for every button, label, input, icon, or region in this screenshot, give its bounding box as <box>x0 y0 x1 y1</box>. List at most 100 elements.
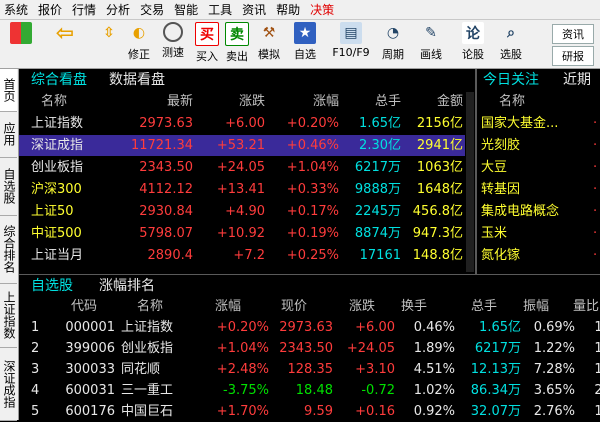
overview-header-pct[interactable]: 涨幅 <box>269 91 339 112</box>
stock-cell-vol: 86.34万 <box>470 383 521 398</box>
tab-data-overview[interactable]: 数据看盘 <box>109 69 165 89</box>
left-tab-5[interactable]: 深证成指 <box>0 347 17 421</box>
menu-item-3[interactable]: 分析 <box>102 1 136 18</box>
stock-cell-pct: +2.48% <box>216 362 269 377</box>
star-icon: ★ <box>294 22 316 44</box>
overview-row[interactable]: 沪深300 4112.12 +13.41 +0.33% 9888万 1648亿 <box>19 179 465 200</box>
overview-cell-amt: 148.8亿 <box>412 248 463 263</box>
stock-header-pct[interactable]: 涨幅 <box>215 296 241 317</box>
stock-cell-amp: 1.22% <box>533 341 575 356</box>
research-button[interactable]: 研报 <box>552 46 594 66</box>
concept-item[interactable]: 大豆 · <box>477 157 600 178</box>
panel-divider[interactable] <box>475 69 477 274</box>
stock-header-code[interactable]: 代码 <box>71 296 97 317</box>
toolbar-button-12[interactable]: 论论股 <box>456 22 490 66</box>
overview-scrollbar[interactable] <box>466 92 474 272</box>
menu-item-6[interactable]: 工具 <box>204 1 238 18</box>
overview-header-vol[interactable]: 总手 <box>341 91 401 112</box>
toolbar-label-9: F10/F9 <box>332 46 370 59</box>
stock-header-name[interactable]: 名称 <box>137 296 163 317</box>
toolbar-label-11: 画线 <box>420 48 442 61</box>
stock-row[interactable]: 5 600176 中国巨石 +1.70% 9.59 +0.16 0.92% 32.07万 2.7… <box>19 401 600 422</box>
concept-item[interactable]: 集成电路概念 · <box>477 201 600 222</box>
stock-header-price[interactable]: 现价 <box>281 296 307 317</box>
concept-item-marker: · <box>593 160 598 175</box>
menu-item-1[interactable]: 报价 <box>34 1 68 18</box>
stock-cell-turnover: 0.46% <box>413 320 455 335</box>
stock-cell-vol: 6217万 <box>474 341 521 356</box>
concept-item[interactable]: 玉米 · <box>477 223 600 244</box>
stock-row[interactable]: 3 300033 同花顺 +2.48% 128.35 +3.10 4.51% 12.13万 7.… <box>19 359 600 380</box>
stock-row[interactable]: 4 600031 三一重工 -3.75% 18.48 -0.72 1.02% 86.34万 3.… <box>19 380 600 401</box>
stock-cell-amp: 3.65% <box>533 383 575 398</box>
menu-item-7[interactable]: 资讯 <box>238 1 272 18</box>
overview-row[interactable]: 中证500 5798.07 +10.92 +0.19% 8874万 947.3亿 <box>19 223 465 244</box>
cycle-icon: ◔ <box>386 25 400 41</box>
overview-header-change[interactable]: 涨跌 <box>195 91 265 112</box>
stock-cell-name: 中国巨石 <box>121 404 174 419</box>
overview-cell-pct: +0.25% <box>286 248 339 263</box>
toolbar-button-1[interactable]: ⇦ <box>48 21 82 66</box>
toolbar-button-10[interactable]: ◔ 周期 <box>376 22 410 66</box>
tab-today-focus[interactable]: 今日关注 <box>483 69 539 89</box>
menu-item-5[interactable]: 智能 <box>170 1 204 18</box>
toolbar-button-6[interactable]: 卖卖出 <box>220 22 254 66</box>
left-tab-2[interactable]: 自选股 <box>0 157 17 216</box>
tab-watchlist[interactable]: 自选股 <box>31 275 73 295</box>
left-tab-1[interactable]: 应用 <box>0 111 17 158</box>
overview-cell-pct: +0.20% <box>286 116 339 131</box>
concept-item-name: 转基因 <box>481 182 521 197</box>
left-tab-3[interactable]: 综合排名 <box>0 215 17 284</box>
stock-cell-code: 300033 <box>65 362 115 377</box>
toolbar-button-5[interactable]: 买买入 <box>190 22 224 66</box>
stock-header-amp[interactable]: 振幅 <box>523 296 549 317</box>
stock-index: 4 <box>31 383 40 398</box>
overview-header-last[interactable]: 最新 <box>109 91 193 112</box>
overview-row[interactable]: 上证50 2930.84 +4.90 +0.17% 2245万 456.8亿 <box>19 201 465 222</box>
stock-cell-code: 600031 <box>65 383 115 398</box>
toolbar-button-9[interactable]: ▤ F10/F9 <box>328 22 374 66</box>
tab-overview[interactable]: 综合看盘 <box>31 69 87 89</box>
concept-item[interactable]: 国家大基金... · <box>477 113 600 134</box>
stock-header-vol[interactable]: 总手 <box>471 296 497 317</box>
menu-item-8[interactable]: 帮助 <box>272 1 306 18</box>
concept-item[interactable]: 转基因 · <box>477 179 600 200</box>
overview-cell-change: +6.00 <box>225 116 265 131</box>
buy-icon: 买 <box>195 22 219 46</box>
overview-row[interactable]: 深证成指 11721.34 +53.21 +0.46% 2.30亿 2941亿 <box>19 135 465 156</box>
tab-gain-ranking[interactable]: 涨幅排名 <box>99 275 155 295</box>
menu-item-2[interactable]: 行情 <box>68 1 102 18</box>
stock-list-panel: 自选股 涨幅排名 代码 名称 涨幅 现价 涨跌 换手 总手 振幅 量比 1 000001 上证指数 +… <box>19 275 600 420</box>
stock-row[interactable]: 1 000001 上证指数 +0.20% 2973.63 +6.00 0.46% 1.65亿 0… <box>19 317 600 338</box>
tab-recent[interactable]: 近期 <box>563 69 591 89</box>
news-button[interactable]: 资讯 <box>552 24 594 44</box>
menu-item-9[interactable]: 决策 <box>306 1 340 18</box>
toolbar-button-13[interactable]: ⌕ 选股 <box>494 22 528 66</box>
stock-header-ratio[interactable]: 量比 <box>573 296 599 317</box>
overview-row[interactable]: 上证指数 2973.63 +6.00 +0.20% 1.65亿 2156亿 <box>19 113 465 134</box>
toolbar-button-0[interactable] <box>4 22 38 66</box>
concept-name-header: 名称 <box>499 94 526 109</box>
menu-item-0[interactable]: 系统 <box>0 1 34 18</box>
toolbar-button-2[interactable]: ⇳ <box>92 22 126 66</box>
overview-header-amt[interactable]: 金额 <box>403 91 463 112</box>
toolbar-button-11[interactable]: ✎ 画线 <box>414 22 448 66</box>
overview-cell-change: +53.21 <box>216 138 265 153</box>
toolbar-button-8[interactable]: ★ 自选 <box>288 22 322 66</box>
menu-item-4[interactable]: 交易 <box>136 1 170 18</box>
toolbar-label-10: 周期 <box>382 48 404 61</box>
left-tab-4[interactable]: 上证指数 <box>0 283 17 348</box>
left-tab-0[interactable]: 首页 <box>0 69 17 112</box>
toolbar-button-4[interactable]: 测速 <box>156 22 190 66</box>
overview-cell-amt: 1648亿 <box>416 182 463 197</box>
concept-item[interactable]: 光刻胶 · <box>477 135 600 156</box>
stock-row[interactable]: 2 399006 创业板指 +1.04% 2343.50 +24.05 1.89% 6217万… <box>19 338 600 359</box>
stock-header-change[interactable]: 涨跌 <box>349 296 375 317</box>
stock-header-turnover[interactable]: 换手 <box>401 296 427 317</box>
toolbar-button-3[interactable]: ◐ 修正 <box>122 22 156 66</box>
overview-row[interactable]: 创业板指 2343.50 +24.05 +1.04% 6217万 1063亿 <box>19 157 465 178</box>
toolbar-button-7[interactable]: ⚒ 模拟 <box>252 22 286 66</box>
stock-cell-change: -0.72 <box>361 383 395 398</box>
overview-row[interactable]: 上证当月 2890.4 +7.2 +0.25% 17161 148.8亿 <box>19 245 465 266</box>
concept-item[interactable]: 氮化镓 · <box>477 245 600 266</box>
